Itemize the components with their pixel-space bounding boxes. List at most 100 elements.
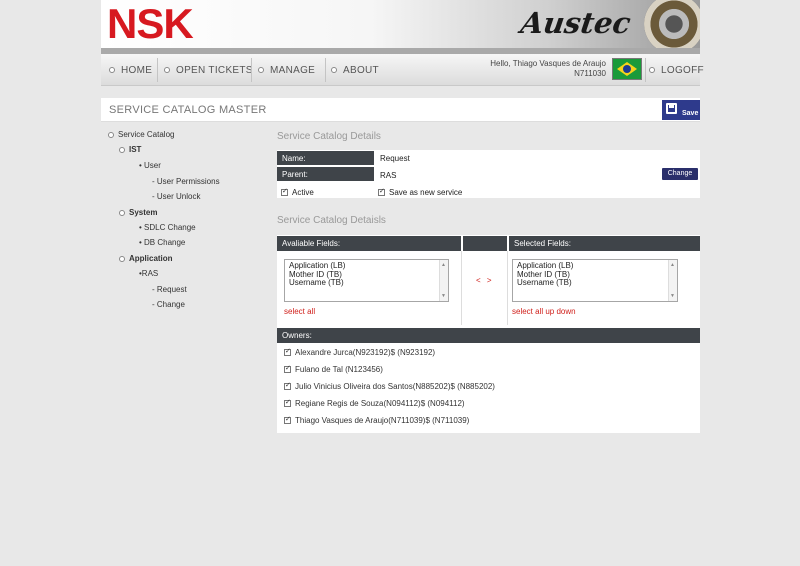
tree-label: - Change (152, 300, 185, 309)
tree-node-application[interactable]: Application (119, 254, 173, 263)
owner-row[interactable]: Regiane Regis de Souza(N094112)$ (N09411… (284, 398, 465, 408)
owner-checkbox[interactable] (284, 347, 291, 356)
active-checkbox[interactable] (281, 187, 288, 196)
tree-node-service-catalog[interactable]: Service Catalog (108, 130, 174, 139)
nav-manage[interactable]: MANAGE (258, 54, 315, 86)
header-banner: NSK Austec (101, 0, 700, 48)
bearing-image (638, 0, 700, 48)
main-nav: HOME OPEN TICKETS MANAGE ABOUT Hello, Th… (101, 54, 704, 86)
parent-field[interactable]: RAS (380, 171, 396, 180)
tree-label: - User Permissions (152, 177, 220, 186)
tree-node-sdlc-change[interactable]: • SDLC Change (139, 223, 196, 232)
owners-header: Owners: (277, 328, 700, 343)
nav-open-tickets[interactable]: OPEN TICKETS (164, 54, 253, 86)
available-fields-header: Avaliable Fields: (277, 236, 461, 251)
list-item[interactable]: Username (TB) (517, 278, 673, 288)
tree-label: Application (129, 254, 173, 263)
bullet-icon (119, 210, 125, 216)
user-id: N711030 (574, 69, 606, 78)
active-label: Active (292, 188, 314, 197)
owner-row[interactable]: Fulano de Tal (N123456) (284, 364, 383, 374)
tree-node-db-change[interactable]: • DB Change (139, 238, 185, 247)
select-all-up-down-link[interactable]: select all up down (512, 307, 576, 316)
floppy-disk-icon (666, 103, 677, 114)
nav-open-tickets-label: OPEN TICKETS (176, 64, 253, 76)
page-title-bar: SERVICE CATALOG MASTER Save (101, 98, 700, 122)
bullet-icon (108, 132, 114, 138)
tree-node-ras[interactable]: •RAS (139, 269, 158, 278)
tree-label: • SDLC Change (139, 223, 196, 232)
available-fields-listbox[interactable]: Application (LB) Mother ID (TB) Username… (284, 259, 449, 302)
nav-separator (645, 58, 646, 82)
details-section-title: Service Catalog Details (277, 131, 381, 142)
nav-home-label: HOME (121, 64, 153, 76)
arrow-up-icon: ▲ (670, 262, 675, 268)
tree-node-change[interactable]: - Change (152, 300, 185, 309)
owner-name: Julio Vinicius Oliveira dos Santos(N8852… (295, 382, 495, 391)
owner-name: Fulano de Tal (N123456) (295, 365, 383, 374)
page-title: SERVICE CATALOG MASTER (109, 104, 267, 116)
move-left-button[interactable]: < (476, 276, 483, 285)
tree-node-user-permissions[interactable]: - User Permissions (152, 177, 220, 186)
tree-node-system[interactable]: System (119, 208, 157, 217)
bullet-icon (649, 67, 655, 73)
save-label: Save (682, 110, 699, 117)
nav-logoff[interactable]: LOGOFF (649, 54, 704, 86)
arrow-down-icon: ▼ (670, 292, 675, 299)
column-divider (461, 251, 462, 325)
tree-label: - User Unlock (152, 192, 201, 201)
owner-checkbox[interactable] (284, 415, 291, 424)
selected-fields-listbox[interactable]: Application (LB) Mother ID (TB) Username… (512, 259, 678, 302)
parent-label: Parent: (277, 167, 374, 181)
bullet-icon (119, 256, 125, 262)
owner-row[interactable]: Thiago Vasques de Araujo(N711039)$ (N711… (284, 415, 470, 425)
owner-name: Alexandre Jurca(N923192)$ (N923192) (295, 348, 436, 357)
arrow-up-icon: ▲ (441, 262, 446, 268)
tree-label: System (129, 208, 158, 217)
tree-label: Service Catalog (118, 130, 175, 139)
save-as-new-row[interactable]: Save as new service (378, 187, 462, 197)
name-field[interactable]: Request (380, 154, 410, 163)
scrollbar[interactable]: ▲ ▼ (439, 260, 448, 301)
bullet-icon (258, 67, 264, 73)
move-buttons: < > (476, 276, 494, 285)
nav-about-label: ABOUT (343, 64, 379, 76)
tree-node-user[interactable]: • User (139, 161, 161, 170)
owner-checkbox[interactable] (284, 381, 291, 390)
user-greeting: Hello, Thiago Vasques de Araujo N711030 (490, 59, 606, 79)
arrow-down-icon: ▼ (441, 292, 446, 299)
owner-checkbox[interactable] (284, 364, 291, 373)
fields-section-title: Service Catalog Detaisls (277, 215, 386, 226)
nsk-logo: NSK (107, 0, 194, 47)
save-as-new-checkbox[interactable] (378, 187, 385, 196)
list-item[interactable]: Username (TB) (289, 278, 444, 288)
owner-row[interactable]: Alexandre Jurca(N923192)$ (N923192) (284, 347, 436, 357)
owner-row[interactable]: Julio Vinicius Oliveira dos Santos(N8852… (284, 381, 495, 391)
active-checkbox-row[interactable]: Active (281, 187, 314, 197)
owner-name: Regiane Regis de Souza(N094112)$ (N09411… (295, 399, 465, 408)
nav-home[interactable]: HOME (109, 54, 152, 86)
bullet-icon (119, 147, 125, 153)
brazil-flag-icon (612, 58, 642, 80)
austec-logo: Austec (518, 6, 633, 40)
nav-logoff-label: LOGOFF (661, 64, 704, 76)
owner-checkbox[interactable] (284, 398, 291, 407)
owner-name: Thiago Vasques de Araujo(N711039)$ (N711… (295, 416, 470, 425)
select-all-link[interactable]: select all (284, 307, 315, 316)
greeting-text: Hello, Thiago Vasques de Araujo (490, 59, 606, 68)
nav-about[interactable]: ABOUT (331, 54, 379, 86)
tree-label: • DB Change (139, 238, 186, 247)
nav-separator (251, 58, 252, 82)
selected-fields-header: Selected Fields: (509, 236, 700, 251)
nav-separator (157, 58, 158, 82)
scrollbar[interactable]: ▲ ▼ (668, 260, 677, 301)
tree-node-user-unlock[interactable]: - User Unlock (152, 192, 200, 201)
tree-label: • User (139, 161, 161, 170)
bullet-icon (164, 67, 170, 73)
move-right-button[interactable]: > (487, 276, 494, 285)
tree-label: IST (129, 145, 142, 154)
tree-node-request[interactable]: - Request (152, 285, 187, 294)
save-button[interactable]: Save (662, 100, 700, 120)
tree-node-ist[interactable]: IST (119, 145, 141, 154)
change-parent-button[interactable]: Change (662, 168, 698, 180)
